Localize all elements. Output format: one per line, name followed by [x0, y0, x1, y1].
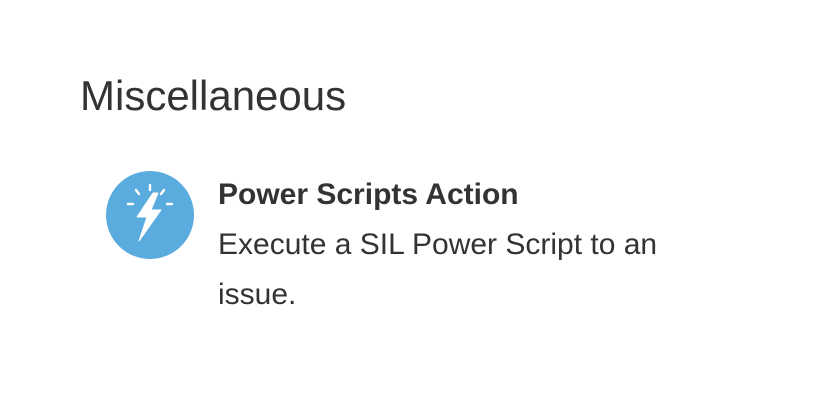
action-title: Power Scripts Action	[218, 178, 519, 211]
lightning-bolt-icon	[106, 171, 194, 259]
power-scripts-action-item[interactable]: Power Scripts Action Execute a SIL Power…	[106, 170, 766, 330]
action-description: Execute a SIL Power Script to an issue.	[218, 228, 658, 311]
section-title: Miscellaneous	[80, 72, 347, 119]
